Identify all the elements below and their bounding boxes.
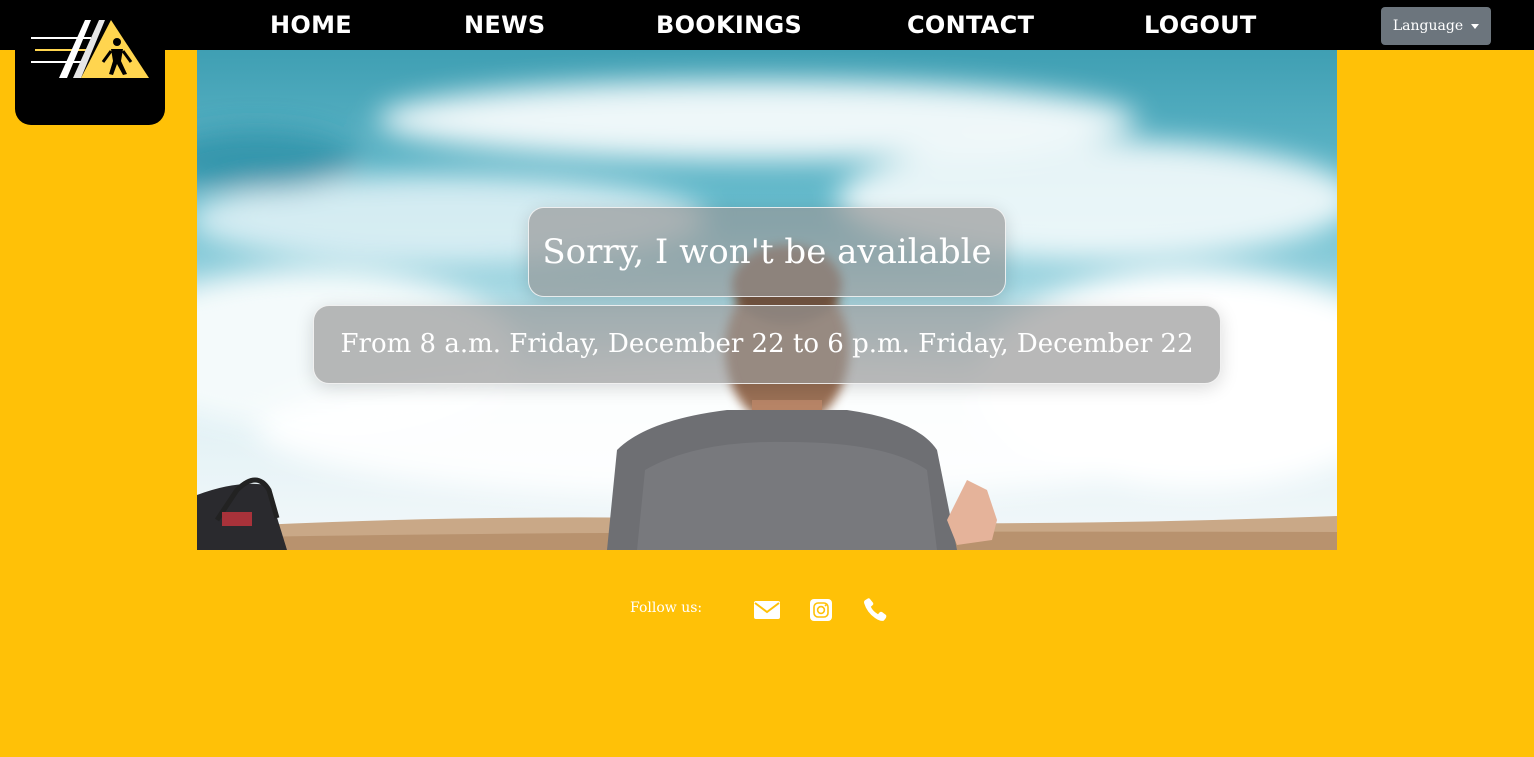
nav-logout[interactable]: LOGOUT <box>1144 0 1257 50</box>
navbar: HOME NEWS BOOKINGS CONTACT LOGOUT Langua… <box>0 0 1534 50</box>
nav-contact[interactable]: CONTACT <box>907 0 1034 50</box>
envelope-icon[interactable] <box>753 597 781 623</box>
follow-us-label: Follow us: <box>630 600 703 616</box>
language-dropdown-button[interactable]: Language <box>1381 7 1491 45</box>
nav-news[interactable]: NEWS <box>464 0 545 50</box>
nav-home[interactable]: HOME <box>270 0 352 50</box>
triangle-athlete-logo-icon <box>31 20 149 78</box>
instagram-icon[interactable] <box>808 597 836 623</box>
nav-bookings[interactable]: BOOKINGS <box>656 0 802 50</box>
unavailable-period: From 8 a.m. Friday, December 22 to 6 p.m… <box>313 305 1221 384</box>
beach-photo <box>197 50 1337 550</box>
unavailable-title: Sorry, I won't be available <box>528 207 1006 297</box>
caret-down-icon <box>1471 23 1480 29</box>
phone-icon[interactable] <box>862 597 890 623</box>
language-label: Language <box>1392 18 1464 34</box>
logo[interactable] <box>15 0 165 125</box>
hero-banner: Sorry, I won't be available From 8 a.m. … <box>197 50 1337 550</box>
